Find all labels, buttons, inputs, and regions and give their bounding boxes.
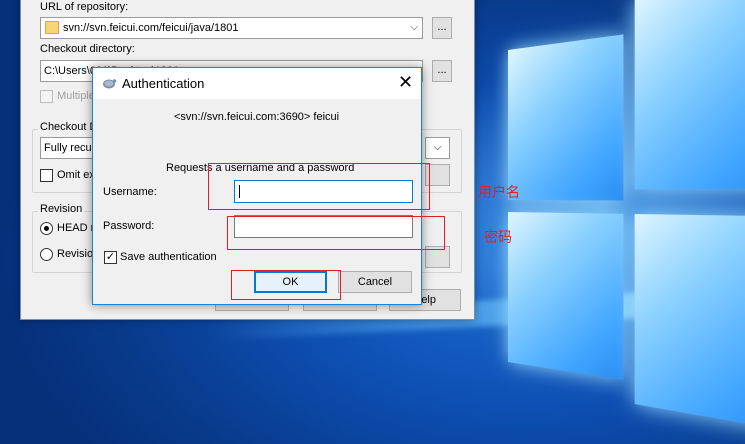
cancel-button[interactable]: Cancel <box>338 271 412 293</box>
title-bar: Authentication ✕ <box>93 68 421 99</box>
save-auth-checkbox[interactable]: ✓ <box>104 251 117 264</box>
url-value: svn://svn.feicui.com/feicui/java/1801 <box>63 22 239 34</box>
chevron-down-icon[interactable]: ⌵ <box>425 137 450 159</box>
logo-pane <box>508 212 624 380</box>
tortoise-icon <box>103 79 117 89</box>
username-label: Username: <box>103 186 157 198</box>
omit-checkbox[interactable] <box>40 169 53 182</box>
close-icon[interactable]: ✕ <box>390 68 421 99</box>
username-annotation: 用户名 <box>478 184 520 200</box>
revision-label: Revision <box>38 203 85 215</box>
dir-label: Checkout directory: <box>40 43 135 55</box>
password-highlight-box <box>227 216 445 250</box>
realm-text: <svn://svn.feicui.com:3690> feicui <box>174 111 340 123</box>
head-revision-radio[interactable] <box>40 222 53 235</box>
url-combobox[interactable]: svn://svn.feicui.com/feicui/java/1801 ⌵ <box>40 17 423 39</box>
depth-label: Checkout D <box>38 121 100 133</box>
username-highlight-box <box>208 163 430 210</box>
password-annotation: 密码 <box>484 229 512 245</box>
password-label: Password: <box>103 220 155 232</box>
logo-pane <box>508 34 624 201</box>
logo-pane <box>634 0 745 190</box>
logo-pane <box>634 214 745 431</box>
omit-label: Omit ex <box>57 169 95 181</box>
multiple-label: Multiple <box>57 90 95 102</box>
browse-url-button[interactable]: ... <box>432 17 452 39</box>
multiple-checkbox[interactable] <box>40 90 53 103</box>
specific-revision-radio[interactable] <box>40 248 53 261</box>
dialog-title: Authentication <box>122 76 205 91</box>
windows-logo <box>508 0 745 431</box>
browse-dir-button[interactable]: ... <box>432 60 452 82</box>
url-label: URL of repository: <box>40 1 129 13</box>
chevron-down-icon[interactable]: ⌵ <box>410 18 418 38</box>
save-auth-label: Save authentication <box>120 251 217 263</box>
ok-highlight-box <box>231 270 341 300</box>
folder-icon <box>45 21 59 34</box>
